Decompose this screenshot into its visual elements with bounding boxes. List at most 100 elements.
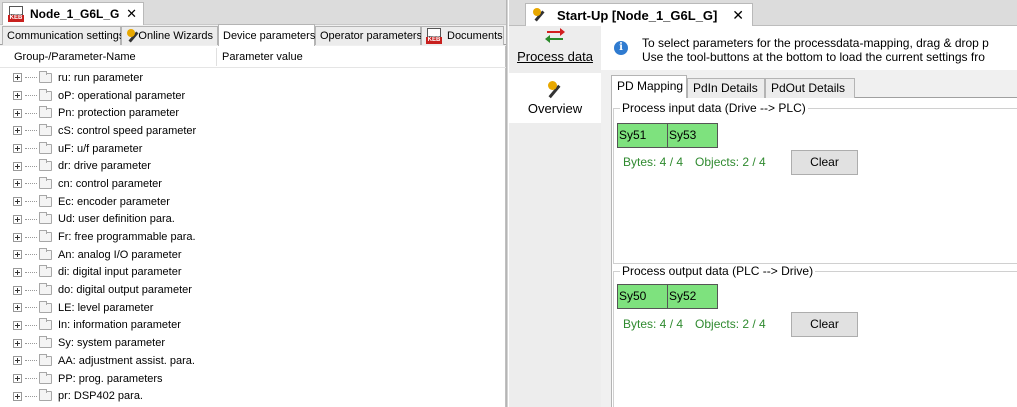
startup-tab-strip: Start-Up [Node_1_G6L_G] ✕ bbox=[509, 0, 1017, 26]
tree-node-label: pr: DSP402 para. bbox=[58, 390, 143, 403]
mapping-tabs: PD Mapping PdIn Details PdOut Details bbox=[611, 75, 1017, 98]
document-tab-node[interactable]: KEB Node_1_G6L_G ✕ bbox=[2, 2, 144, 25]
wizard-wand-icon bbox=[126, 29, 136, 43]
tree-node[interactable]: Sy: system parameter bbox=[0, 334, 506, 352]
tree-node[interactable]: pr: DSP402 para. bbox=[0, 387, 506, 405]
process-output-title: Process output data (PLC --> Drive) bbox=[620, 264, 816, 278]
expand-icon[interactable] bbox=[13, 197, 22, 207]
expand-icon[interactable] bbox=[13, 250, 22, 260]
tab-documents[interactable]: KEB Documents bbox=[421, 26, 504, 45]
device-icon: KEB bbox=[8, 6, 24, 22]
process-input-slot[interactable]: Sy51 bbox=[617, 123, 668, 148]
expand-icon[interactable] bbox=[13, 108, 22, 118]
column-header-name[interactable]: Group-/Parameter-Name bbox=[14, 51, 136, 63]
expand-icon[interactable] bbox=[13, 161, 22, 171]
tree-node[interactable]: dr: drive parameter bbox=[0, 157, 506, 175]
close-tab-icon[interactable]: ✕ bbox=[732, 7, 744, 24]
tree-node[interactable]: Pn: protection parameter bbox=[0, 104, 506, 122]
documents-icon: KEB bbox=[426, 28, 442, 44]
process-input-stats: Bytes: 4 / 4 Objects: 2 / 4 bbox=[623, 155, 766, 169]
folder-icon bbox=[39, 212, 52, 225]
info-bar: i To select parameters for the processda… bbox=[601, 26, 1017, 70]
tree-node[interactable]: Ec: encoder parameter bbox=[0, 193, 506, 211]
folder-icon bbox=[39, 265, 52, 278]
expand-icon[interactable] bbox=[13, 356, 22, 366]
tree-node[interactable]: PP: prog. parameters bbox=[0, 370, 506, 388]
document-tab-startup[interactable]: Start-Up [Node_1_G6L_G] ✕ bbox=[525, 3, 753, 26]
expand-icon[interactable] bbox=[13, 144, 22, 154]
folder-icon bbox=[39, 247, 52, 260]
startup-wand-icon bbox=[532, 8, 546, 22]
overview-wand-icon bbox=[546, 81, 564, 99]
folder-icon bbox=[39, 88, 52, 101]
tab-device-parameters[interactable]: Device parameters bbox=[218, 24, 315, 46]
tree-node-label: di: digital input parameter bbox=[58, 266, 182, 279]
folder-icon bbox=[39, 70, 52, 83]
folder-icon bbox=[39, 371, 52, 384]
nav-process-data[interactable]: Process data bbox=[509, 26, 601, 72]
tab-operator-parameters[interactable]: Operator parameters bbox=[315, 26, 422, 45]
parameter-tree[interactable]: Group-/Parameter-Name Parameter value ru… bbox=[0, 46, 506, 407]
folder-icon bbox=[39, 176, 52, 189]
expand-icon[interactable] bbox=[13, 232, 22, 242]
tree-node-label: Ud: user definition para. bbox=[58, 213, 175, 226]
tree-node-label: Pn: protection parameter bbox=[58, 107, 180, 120]
folder-icon bbox=[39, 106, 52, 119]
process-input-objects: Objects: 2 / 4 bbox=[695, 155, 766, 169]
tree-node[interactable]: Ud: user definition para. bbox=[0, 211, 506, 229]
process-output-stats: Bytes: 4 / 4 Objects: 2 / 4 bbox=[623, 317, 766, 331]
clear-output-button[interactable]: Clear bbox=[791, 312, 858, 337]
expand-icon[interactable] bbox=[13, 91, 22, 101]
tree-node[interactable]: AA: adjustment assist. para. bbox=[0, 352, 506, 370]
expand-icon[interactable] bbox=[13, 214, 22, 224]
tree-node[interactable]: uF: u/f parameter bbox=[0, 140, 506, 158]
tree-node[interactable]: oP: operational parameter bbox=[0, 87, 506, 105]
expand-icon[interactable] bbox=[13, 285, 22, 295]
expand-icon[interactable] bbox=[13, 267, 22, 277]
tab-pdin-details[interactable]: PdIn Details bbox=[687, 78, 765, 98]
nav-overview[interactable]: Overview bbox=[509, 73, 601, 123]
tree-node-label: Fr: free programmable para. bbox=[58, 231, 196, 244]
tree-node-label: cS: control speed parameter bbox=[58, 124, 197, 137]
tree-node[interactable]: cS: control speed parameter bbox=[0, 122, 506, 140]
expand-icon[interactable] bbox=[13, 73, 22, 83]
tree-node[interactable]: An: analog I/O parameter bbox=[0, 246, 506, 264]
expand-icon[interactable] bbox=[13, 391, 22, 401]
close-tab-icon[interactable]: ✕ bbox=[126, 6, 137, 22]
tree-node[interactable]: ru: run parameter bbox=[0, 69, 506, 87]
tab-pdout-details[interactable]: PdOut Details bbox=[765, 78, 855, 98]
expand-icon[interactable] bbox=[13, 320, 22, 330]
folder-icon bbox=[39, 318, 52, 331]
tree-node-label: do: digital output parameter bbox=[58, 284, 192, 297]
tree-rows: ru: run parameter oP: operational parame… bbox=[0, 69, 506, 405]
tree-node[interactable]: In: information parameter bbox=[0, 317, 506, 335]
process-input-slot[interactable]: Sy53 bbox=[667, 123, 718, 148]
tree-node-label: Ec: encoder parameter bbox=[58, 195, 170, 208]
expand-icon[interactable] bbox=[13, 179, 22, 189]
process-output-slot[interactable]: Sy50 bbox=[617, 284, 668, 309]
clear-input-button[interactable]: Clear bbox=[791, 150, 858, 175]
tree-node[interactable]: di: digital input parameter bbox=[0, 264, 506, 282]
process-output-slot[interactable]: Sy52 bbox=[667, 284, 718, 309]
tree-node[interactable]: Fr: free programmable para. bbox=[0, 228, 506, 246]
tree-node[interactable]: LE: level parameter bbox=[0, 299, 506, 317]
pd-mapping-panel: Process input data (Drive --> PLC) Sy51 … bbox=[611, 98, 1017, 407]
folder-icon bbox=[39, 336, 52, 349]
device-pane: KEB Node_1_G6L_G ✕ Communication setting… bbox=[0, 0, 506, 407]
nav-overview-label: Overview bbox=[527, 101, 583, 116]
process-output-slots: Sy50 Sy52 bbox=[617, 284, 718, 309]
tab-online-wizards[interactable]: Online Wizards bbox=[121, 26, 218, 45]
column-header-value[interactable]: Parameter value bbox=[222, 51, 303, 63]
startup-pane: Start-Up [Node_1_G6L_G] ✕ Process data O… bbox=[509, 0, 1017, 407]
expand-icon[interactable] bbox=[13, 338, 22, 348]
document-tab-title: Node_1_G6L_G bbox=[30, 7, 120, 21]
tab-communication-settings[interactable]: Communication settings bbox=[2, 26, 124, 45]
tree-node-label: oP: operational parameter bbox=[58, 89, 186, 102]
expand-icon[interactable] bbox=[13, 303, 22, 313]
expand-icon[interactable] bbox=[13, 126, 22, 136]
tree-node[interactable]: cn: control parameter bbox=[0, 175, 506, 193]
expand-icon[interactable] bbox=[13, 374, 22, 384]
folder-icon bbox=[39, 389, 52, 402]
tab-pd-mapping[interactable]: PD Mapping bbox=[611, 75, 687, 98]
tree-node[interactable]: do: digital output parameter bbox=[0, 281, 506, 299]
